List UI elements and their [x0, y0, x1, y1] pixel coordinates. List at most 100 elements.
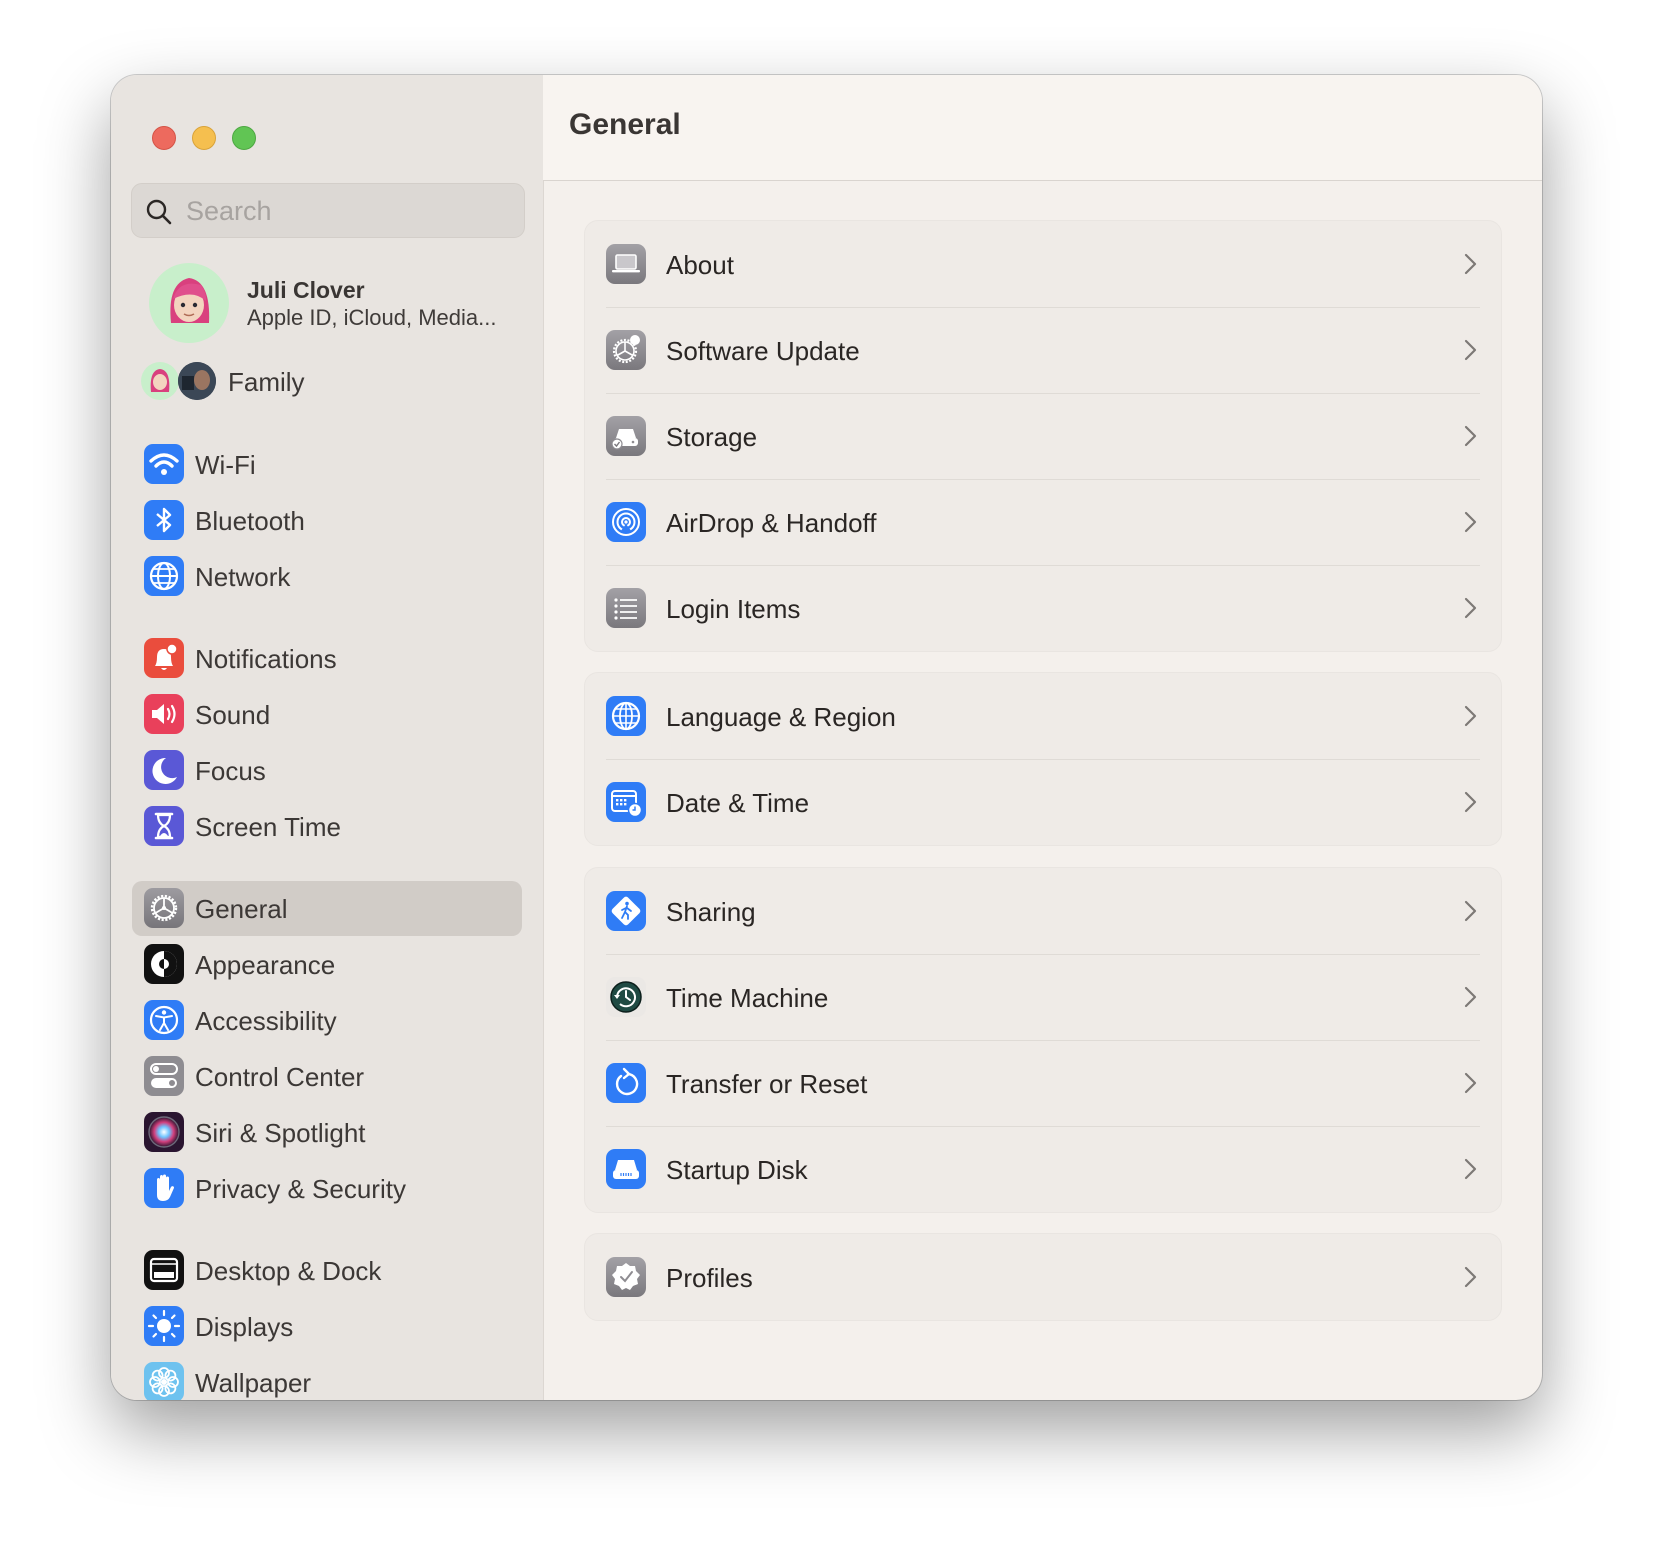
sidebar-item-network[interactable]: Network: [132, 549, 522, 604]
gear-icon: [144, 888, 184, 928]
family-avatar-2: [178, 362, 216, 400]
row-label: Login Items: [666, 594, 801, 624]
globe-icon: [606, 696, 646, 736]
row-label: Time Machine: [666, 983, 829, 1013]
sidebar-item-label: Accessibility: [195, 1006, 337, 1036]
search-input[interactable]: [184, 184, 508, 239]
hand-icon: [144, 1168, 184, 1208]
settings-group-4: Profiles: [584, 1233, 1502, 1321]
sidebar-item-label: General: [195, 894, 288, 924]
row-label: Startup Disk: [666, 1155, 808, 1185]
row-sharing[interactable]: Sharing: [585, 868, 1501, 954]
row-language-region[interactable]: Language & Region: [585, 673, 1501, 759]
chevron-right-icon: [1464, 1072, 1477, 1094]
row-label: Profiles: [666, 1263, 753, 1293]
sidebar-item-desktop-dock[interactable]: Desktop & Dock: [132, 1243, 522, 1298]
calendar-clock-icon: [606, 782, 646, 822]
apple-id-account[interactable]: Juli Clover Apple ID, iCloud, Media...: [141, 263, 521, 345]
row-airdrop-handoff[interactable]: AirDrop & Handoff: [585, 479, 1501, 565]
chevron-right-icon: [1464, 1266, 1477, 1288]
accessibility-icon: [144, 1000, 184, 1040]
search-field[interactable]: [131, 183, 525, 239]
chevron-right-icon: [1464, 253, 1477, 275]
sidebar-item-appearance[interactable]: Appearance: [132, 937, 522, 992]
row-transfer-reset[interactable]: Transfer or Reset: [585, 1040, 1501, 1126]
settings-group-3: Sharing Time Machine Transfer or Reset S…: [584, 867, 1502, 1213]
sidebar-item-control-center[interactable]: Control Center: [132, 1049, 522, 1104]
drive-icon: [606, 416, 646, 456]
sidebar-item-label: Privacy & Security: [195, 1174, 406, 1204]
sidebar-item-wifi[interactable]: Wi-Fi: [132, 437, 522, 492]
row-about[interactable]: About: [585, 221, 1501, 307]
system-settings-window: Juli Clover Apple ID, iCloud, Media... F…: [111, 75, 1542, 1400]
speaker-icon: [144, 694, 184, 734]
startup-disk-icon: [606, 1149, 646, 1189]
sidebar-item-notifications[interactable]: Notifications: [132, 631, 522, 686]
row-storage[interactable]: Storage: [585, 393, 1501, 479]
flower-icon: [144, 1362, 184, 1400]
siri-icon: [144, 1112, 184, 1152]
sidebar-item-label: Desktop & Dock: [195, 1256, 382, 1286]
family-item[interactable]: Family: [141, 356, 521, 406]
laptop-icon: [606, 244, 646, 284]
moon-icon: [144, 750, 184, 790]
sidebar-item-privacy-security[interactable]: Privacy & Security: [132, 1161, 522, 1216]
profile-badge-icon: [606, 1257, 646, 1297]
row-label: Transfer or Reset: [666, 1069, 868, 1099]
sidebar-item-label: Focus: [195, 756, 266, 786]
row-date-time[interactable]: Date & Time: [585, 759, 1501, 845]
zoom-button[interactable]: [232, 126, 256, 150]
page-title: General: [569, 108, 681, 141]
row-profiles[interactable]: Profiles: [585, 1234, 1501, 1320]
sidebar-item-siri-spotlight[interactable]: Siri & Spotlight: [132, 1105, 522, 1160]
sidebar-item-label: Wi-Fi: [195, 450, 256, 480]
sidebar-item-label: Wallpaper: [195, 1368, 312, 1398]
bell-icon: [144, 638, 184, 678]
row-label: Sharing: [666, 897, 756, 927]
minimize-button[interactable]: [192, 126, 216, 150]
wifi-icon: [144, 444, 184, 484]
row-time-machine[interactable]: Time Machine: [585, 954, 1501, 1040]
sidebar-item-label: Siri & Spotlight: [195, 1118, 366, 1148]
sidebar-item-displays[interactable]: Displays: [132, 1299, 522, 1354]
toggles-icon: [144, 1056, 184, 1096]
gear-badge-icon: [606, 330, 646, 370]
family-avatar-1: [141, 362, 179, 400]
row-label: About: [666, 250, 734, 280]
row-startup-disk[interactable]: Startup Disk: [585, 1126, 1501, 1212]
chevron-right-icon: [1464, 986, 1477, 1008]
sidebar-item-accessibility[interactable]: Accessibility: [132, 993, 522, 1048]
account-subtitle: Apple ID, iCloud, Media...: [247, 305, 497, 330]
sidebar-item-label: Appearance: [195, 950, 336, 980]
chevron-right-icon: [1464, 705, 1477, 727]
sidebar-item-wallpaper[interactable]: Wallpaper: [132, 1355, 522, 1400]
sidebar-item-label: Network: [195, 562, 291, 592]
account-name: Juli Clover: [247, 277, 365, 303]
sidebar-item-general[interactable]: General: [132, 881, 522, 936]
sidebar-item-label: Control Center: [195, 1062, 365, 1092]
row-label: Date & Time: [666, 788, 810, 818]
chevron-right-icon: [1464, 900, 1477, 922]
sidebar-item-label: Notifications: [195, 644, 337, 674]
row-login-items[interactable]: Login Items: [585, 565, 1501, 651]
chevron-right-icon: [1464, 1158, 1477, 1180]
sharing-icon: [606, 891, 646, 931]
time-machine-icon: [606, 977, 646, 1017]
close-button[interactable]: [152, 126, 176, 150]
avatar: [149, 263, 229, 343]
sidebar-item-screen-time[interactable]: Screen Time: [132, 799, 522, 854]
search-icon: [146, 199, 172, 225]
list-icon: [606, 588, 646, 628]
sidebar-item-label: Screen Time: [195, 812, 341, 842]
settings-group-1: About Software Update Storage AirDrop & …: [584, 220, 1502, 652]
row-label: Storage: [666, 422, 758, 452]
row-software-update[interactable]: Software Update: [585, 307, 1501, 393]
chevron-right-icon: [1464, 339, 1477, 361]
appearance-icon: [144, 944, 184, 984]
sidebar-item-sound[interactable]: Sound: [132, 687, 522, 742]
row-label: Software Update: [666, 336, 860, 366]
sidebar-item-bluetooth[interactable]: Bluetooth: [132, 493, 522, 548]
family-label: Family: [228, 367, 305, 397]
sidebar-item-focus[interactable]: Focus: [132, 743, 522, 798]
sidebar-item-label: Bluetooth: [195, 506, 305, 536]
